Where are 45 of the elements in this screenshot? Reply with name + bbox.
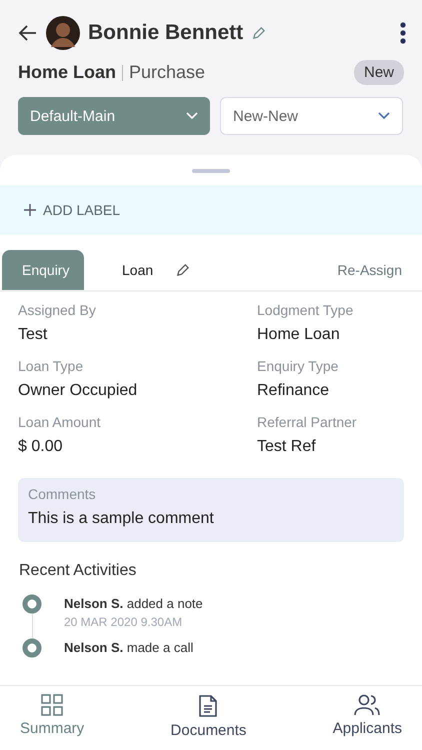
field-label: Loan Type (18, 358, 84, 374)
drag-handle[interactable] (192, 169, 230, 173)
timeline-dot-icon (22, 594, 42, 614)
avatar (46, 16, 80, 50)
field-label: Loan Amount (18, 414, 102, 430)
activity-time: 20 MAR 2020 9.30AM (64, 615, 184, 629)
pencil-icon[interactable] (251, 26, 266, 40)
contact-name: Bonnie Bennett (88, 21, 244, 45)
field-label: Referral Partner (257, 414, 358, 430)
activity-text: Nelson S. added a note (64, 596, 203, 611)
reassign-link[interactable]: Re-Assign (319, 250, 420, 290)
loan-purpose: Purchase (129, 62, 206, 83)
tab[interactable]: Loan (102, 250, 174, 290)
timeline-dot-icon (22, 638, 42, 658)
chevron-down-icon (378, 112, 390, 120)
field-value: Test (18, 326, 48, 344)
activity-text: Nelson S. made a call (64, 640, 194, 655)
add-label-button[interactable]: ADD LABEL (0, 185, 422, 235)
tab[interactable]: Enquiry (2, 250, 84, 290)
nav-tab[interactable]: Applicants (328, 686, 406, 750)
field-label: Comments (28, 486, 97, 502)
field-value: Test Ref (257, 438, 317, 456)
field-value: Owner Occupied (18, 382, 138, 400)
status-badge: New (354, 60, 404, 85)
grid-icon (41, 694, 64, 716)
document-icon (198, 694, 218, 718)
field-value: $ 0.00 (18, 438, 64, 456)
back-icon[interactable] (18, 23, 38, 43)
comment-text: This is a sample comment (28, 510, 215, 528)
plus-icon (24, 204, 36, 216)
nav-tab[interactable]: Documents (166, 686, 250, 750)
more-icon[interactable] (400, 22, 406, 44)
loan-type: Home Loan (18, 62, 116, 83)
field-value: Refinance (257, 382, 330, 400)
field-value: Home Loan (257, 326, 341, 344)
section-title: Recent Activities (19, 562, 138, 580)
field-label: Lodgment Type (257, 302, 354, 318)
pencil-icon[interactable] (175, 263, 190, 278)
chevron-down-icon (186, 112, 198, 120)
dropdown[interactable]: Default-Main (18, 97, 210, 135)
nav-tab[interactable]: Summary (16, 686, 88, 750)
people-icon (354, 694, 380, 716)
field-label: Assigned By (18, 302, 97, 318)
field-label: Enquiry Type (257, 358, 340, 374)
dropdown[interactable]: New-New (220, 97, 403, 135)
